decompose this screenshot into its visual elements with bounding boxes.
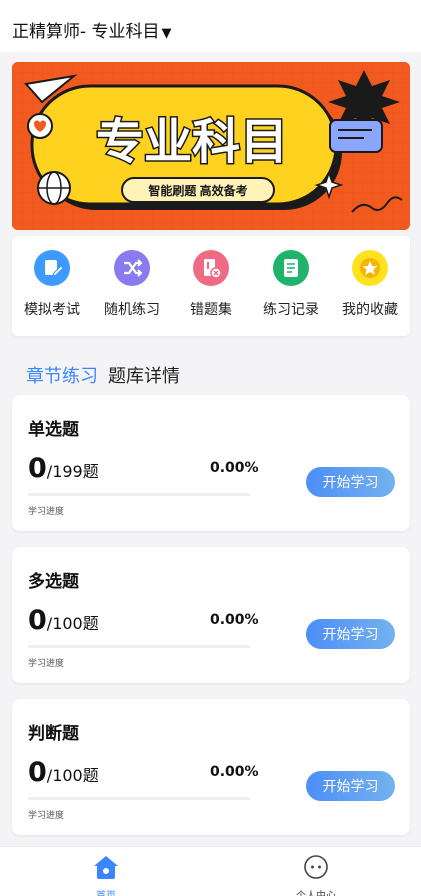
progress-percent: 0.00% <box>210 460 259 476</box>
tab-bank-details[interactable]: 题库详情 <box>108 362 180 388</box>
count-unit: 题 <box>82 766 99 785</box>
total-count: /100 <box>46 766 83 785</box>
progress-label: 学习进度 <box>28 507 65 517</box>
section-card-true-false: 判断题 0/100题 0.00% 学习进度 开始学习 <box>12 699 410 835</box>
progress-bar <box>28 493 250 496</box>
section-title: 多选题 <box>28 572 79 592</box>
question-count: 0/100题 <box>28 605 99 636</box>
quick-action-label: 我的收藏 <box>342 302 398 318</box>
quick-action-label: 练习记录 <box>263 302 319 318</box>
chat-bubble-icon <box>329 119 383 153</box>
section-title: 单选题 <box>28 420 79 440</box>
section-card-single-choice: 单选题 0/199题 0.00% 学习进度 开始学习 <box>12 395 410 531</box>
promo-banner[interactable]: 专业科目 智能刷题 高效备考 <box>12 62 410 230</box>
question-count: 0/199题 <box>28 453 99 484</box>
total-count: /100 <box>46 614 83 633</box>
dropdown-caret-icon: ▼ <box>161 26 172 41</box>
shuffle-icon <box>114 250 150 286</box>
quick-action-random-practice[interactable]: 随机练习 <box>92 250 172 319</box>
quick-action-wrong-questions[interactable]: 错题集 <box>171 250 251 319</box>
quick-action-practice-record[interactable]: 练习记录 <box>251 250 331 319</box>
subject-selector[interactable]: 正精算师- 专业科目 ▼ <box>12 17 172 42</box>
banner-illustration: 专业科目 智能刷题 高效备考 <box>12 62 410 230</box>
progress-label: 学习进度 <box>28 811 65 821</box>
progress-label: 学习进度 <box>28 659 65 669</box>
tabbar-item-home[interactable]: 首页 <box>61 853 151 896</box>
quick-action-label: 错题集 <box>190 302 232 318</box>
error-book-icon <box>193 250 229 286</box>
total-count: /199 <box>46 462 83 481</box>
star-icon <box>352 250 388 286</box>
tabbar-label: 个人中心 <box>271 887 361 896</box>
progress-bar <box>28 797 250 800</box>
quick-action-label: 随机练习 <box>104 302 160 318</box>
done-count: 0 <box>28 605 47 636</box>
count-unit: 题 <box>82 462 99 481</box>
edit-icon <box>34 250 70 286</box>
count-unit: 题 <box>82 614 99 633</box>
quick-actions-panel: 模拟考试 随机练习 错题集 练习记录 我的收藏 <box>12 236 410 336</box>
progress-percent: 0.00% <box>210 764 259 780</box>
top-header: 正精算师- 专业科目 ▼ <box>0 0 421 52</box>
section-card-multiple-choice: 多选题 0/100题 0.00% 学习进度 开始学习 <box>12 547 410 683</box>
question-count: 0/100题 <box>28 757 99 788</box>
start-study-button[interactable]: 开始学习 <box>306 467 395 497</box>
profile-icon <box>304 855 328 879</box>
bottom-tab-bar: 首页 个人中心 <box>0 846 421 896</box>
progress-bar <box>28 645 250 648</box>
banner-title: 专业科目 <box>96 116 288 169</box>
start-study-button[interactable]: 开始学习 <box>306 771 395 801</box>
done-count: 0 <box>28 757 47 788</box>
tab-chapter-practice[interactable]: 章节练习 <box>26 362 98 388</box>
tabbar-label: 首页 <box>61 887 151 896</box>
start-study-button[interactable]: 开始学习 <box>306 619 395 649</box>
quick-action-label: 模拟考试 <box>24 302 80 318</box>
section-title: 判断题 <box>28 724 79 744</box>
tabbar-item-profile[interactable]: 个人中心 <box>271 853 361 896</box>
home-icon <box>94 856 118 879</box>
quick-action-favorites[interactable]: 我的收藏 <box>330 250 410 319</box>
banner-subtitle: 智能刷题 高效备考 <box>147 183 247 198</box>
practice-tabs: 章节练习 题库详情 <box>26 362 190 388</box>
record-icon <box>273 250 309 286</box>
done-count: 0 <box>28 453 47 484</box>
progress-percent: 0.00% <box>210 612 259 628</box>
subject-title: 正精算师- 专业科目 <box>12 22 160 42</box>
quick-action-mock-exam[interactable]: 模拟考试 <box>12 250 92 319</box>
